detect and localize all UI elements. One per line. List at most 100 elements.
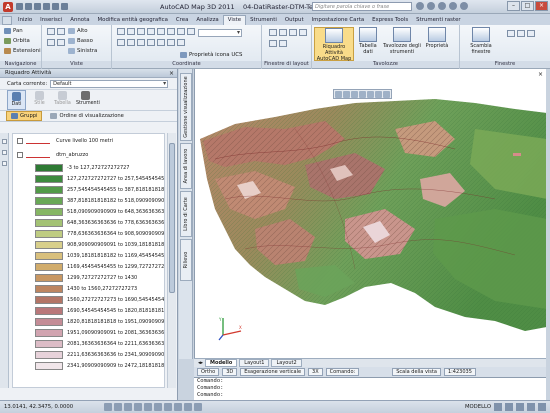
lweight-icon[interactable] xyxy=(184,403,192,411)
help-icon[interactable] xyxy=(460,2,468,10)
vtab-area-di-lavoro[interactable]: Area di lavoro xyxy=(180,143,192,189)
view-scale-select[interactable]: 1:423035 xyxy=(443,368,476,376)
legend-row[interactable]: 2211,63636363636 to 2341,90909090909 xyxy=(13,349,164,360)
ucs-icon[interactable] xyxy=(127,28,135,35)
current-map-select[interactable]: Default xyxy=(50,79,169,88)
ucs-icon[interactable] xyxy=(127,39,135,46)
viewport-icon[interactable] xyxy=(299,29,307,36)
tab-inserisci[interactable]: Inserisci xyxy=(36,16,66,25)
polar-icon[interactable] xyxy=(134,403,142,411)
tab-analizza[interactable]: Analizza xyxy=(192,16,222,25)
tab-viste[interactable]: Viste xyxy=(222,15,247,25)
tab-layout2[interactable]: Layout2 xyxy=(271,359,302,367)
legend-row[interactable]: 127,272727272727 to 257,545454545455 xyxy=(13,173,164,184)
save-icon[interactable] xyxy=(34,3,41,10)
dyn-icon[interactable] xyxy=(174,403,182,411)
layer-visibility-checkbox[interactable] xyxy=(17,152,23,158)
view-icon[interactable] xyxy=(57,39,65,46)
ucs-combo[interactable] xyxy=(198,29,242,37)
viewport-icon[interactable] xyxy=(269,40,277,47)
view-bottom-button[interactable]: Basso xyxy=(68,38,93,44)
orbit-icon[interactable] xyxy=(351,91,358,98)
ucs-icon[interactable] xyxy=(157,39,165,46)
plot-icon[interactable] xyxy=(61,3,68,10)
mode-dati-button[interactable]: Dati xyxy=(7,90,26,110)
tab-impostazione-carta[interactable]: Impostazione Carta xyxy=(308,16,369,25)
ucs-icon[interactable] xyxy=(177,39,185,46)
zoom-extents-icon[interactable] xyxy=(367,91,374,98)
view-top-button[interactable]: Alto xyxy=(68,28,88,34)
ortho-icon[interactable] xyxy=(124,403,132,411)
search-icon[interactable] xyxy=(416,2,424,10)
viewport-icon[interactable] xyxy=(279,40,287,47)
legend-row[interactable]: 1951,09090909091 to 2081,36363636364 xyxy=(13,327,164,338)
qp-icon[interactable] xyxy=(194,403,202,411)
mode-strumenti-button[interactable]: Strumenti xyxy=(76,90,100,110)
subscription-icon[interactable] xyxy=(427,2,435,10)
pan-icon[interactable] xyxy=(335,91,342,98)
strip-button[interactable] xyxy=(1,161,7,166)
map-viewport[interactable]: × Y X xyxy=(194,69,546,358)
viewport-close-icon[interactable]: × xyxy=(538,71,543,78)
pan-button[interactable]: Pan xyxy=(4,28,23,34)
view-icon[interactable] xyxy=(47,39,55,46)
scroll-thumb[interactable] xyxy=(169,143,175,293)
ucs-icon[interactable] xyxy=(147,28,155,35)
layer-row[interactable]: Curve livello 100 metri xyxy=(13,134,164,148)
mode-3d-toggle[interactable]: 3D xyxy=(222,368,238,376)
close-button[interactable]: × xyxy=(535,1,548,11)
search-input[interactable]: Digitare parola chiave o frase xyxy=(312,2,412,11)
viewport-icon[interactable] xyxy=(269,29,277,36)
model-space-toggle[interactable]: MODELLO xyxy=(465,404,491,410)
legend-row[interactable]: 1169,45454545455 to 1299,72727272727 xyxy=(13,261,164,272)
command-input[interactable]: Comando: xyxy=(197,392,546,399)
ucs-icon[interactable] xyxy=(167,39,175,46)
close-icon[interactable]: × xyxy=(169,69,174,78)
layout-icon[interactable] xyxy=(494,403,502,411)
clean-screen-icon[interactable] xyxy=(538,403,546,411)
viewport-icon[interactable] xyxy=(289,29,297,36)
legend-row[interactable]: 518,090909090909 to 648,363636363636 xyxy=(13,206,164,217)
properties-button[interactable]: Proprietà xyxy=(424,27,450,49)
ucs-icon[interactable] xyxy=(177,28,185,35)
layer-visibility-checkbox[interactable] xyxy=(17,138,23,144)
view-icon[interactable] xyxy=(57,28,65,35)
legend-row[interactable]: -3 to 127,272727272727 xyxy=(13,162,164,173)
workspace-icon[interactable] xyxy=(516,403,524,411)
legend-row[interactable]: 2341,90909090909 to 2472,18181818182 xyxy=(13,360,164,371)
tab-modello[interactable]: Modello xyxy=(205,359,238,367)
tab-modifica[interactable]: Modifica entità geografica xyxy=(94,16,172,25)
legend-scrollbar[interactable] xyxy=(167,133,176,388)
tab-layout1[interactable]: Layout1 xyxy=(239,359,270,367)
task-pane-button[interactable]: Riquadro Attività AutoCAD Map xyxy=(314,27,354,62)
window-arrange-icon[interactable] xyxy=(527,30,535,37)
tool-palettes-button[interactable]: Tavolozze degli strumenti xyxy=(382,27,422,55)
vertical-exaggeration-select[interactable]: 3X xyxy=(308,368,323,376)
orbit-button[interactable]: Orbita xyxy=(4,38,30,44)
communication-icon[interactable] xyxy=(438,2,446,10)
mode-stile-button[interactable]: Stile xyxy=(30,90,49,110)
mode-tabella-button[interactable]: Tabella xyxy=(53,90,72,110)
ucs-icon[interactable] xyxy=(137,39,145,46)
otrack-icon[interactable] xyxy=(154,403,162,411)
maximize-button[interactable]: □ xyxy=(521,1,534,11)
tab-ordine[interactable]: Ordine di visualizzazione xyxy=(46,112,127,120)
window-arrange-icon[interactable] xyxy=(507,30,515,37)
view-left-button[interactable]: Sinistra xyxy=(68,48,97,54)
legend-row[interactable]: 908,909090909091 to 1039,18181818182 xyxy=(13,239,164,250)
vtab-rilievo[interactable]: Rilievo xyxy=(180,239,192,281)
ucs-icon[interactable] xyxy=(167,28,175,35)
tab-gruppi[interactable]: Gruppi xyxy=(6,111,43,121)
legend-row[interactable]: 387,818181818182 to 518,090909090909 xyxy=(13,195,164,206)
favorites-icon[interactable] xyxy=(449,2,457,10)
legend-row[interactable]: 2081,36363636364 to 2211,63636363636 xyxy=(13,338,164,349)
legend-row[interactable]: 648,363636363636 to 778,636363636364 xyxy=(13,217,164,228)
tab-inizio[interactable]: Inizio xyxy=(14,16,36,25)
osnap-icon[interactable] xyxy=(144,403,152,411)
annotation-scale-icon[interactable] xyxy=(505,403,513,411)
extents-button[interactable]: Estensioni xyxy=(4,48,41,54)
open-icon[interactable] xyxy=(25,3,32,10)
legend-row[interactable]: 778,636363636364 to 908,909090909091 xyxy=(13,228,164,239)
legend-row[interactable]: 1820,81818181818 to 1951,09090909091 xyxy=(13,316,164,327)
ucs-properties-button[interactable]: Proprietà icona UCS xyxy=(180,52,242,58)
